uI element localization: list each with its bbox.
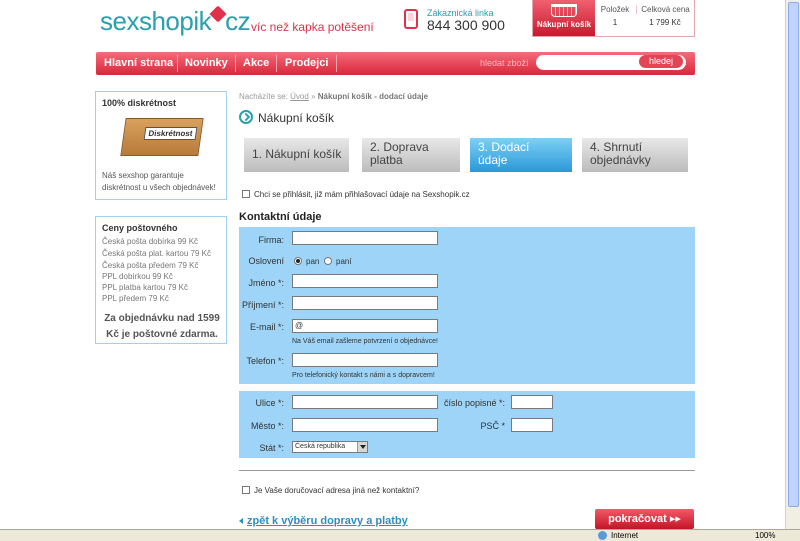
back-link-label: zpět k výběru dopravy a platby — [247, 515, 408, 527]
street-field[interactable] — [292, 395, 438, 409]
breadcrumb: Nacházíte se: Úvod » Nákupní košík - dod… — [239, 92, 428, 101]
logo-tld: cz — [225, 6, 251, 36]
postage-item: PPL platba kartou 79 Kč — [102, 283, 188, 292]
lastname-label: Příjmení *: — [241, 300, 284, 310]
free-shipping-note: Za objednávku nad 1599 Kč je poštovné zd… — [104, 313, 220, 340]
nav-separator — [177, 55, 178, 72]
country-label: Stát *: — [259, 443, 284, 453]
postage-item: PPL předem 79 Kč — [102, 294, 169, 303]
globe-icon — [598, 531, 607, 540]
postage-item: Česká pošta dobírka 99 Kč — [102, 237, 199, 246]
phone-icon — [404, 9, 418, 29]
step-label: 4. Shrnutí objednávky — [590, 140, 651, 167]
salutation-mrs-radio[interactable] — [324, 257, 332, 265]
house-number-field[interactable] — [511, 395, 553, 409]
arrow-left-icon — [239, 518, 243, 525]
phone-field[interactable] — [292, 353, 438, 367]
firstname-label: Jméno *: — [248, 278, 284, 288]
cart-button-label: Nákupní košík — [536, 20, 592, 29]
contact-section-title: Kontaktní údaje — [239, 211, 322, 223]
chevron-down-icon — [357, 442, 367, 452]
basket-icon — [551, 4, 577, 17]
email-label: E-mail *: — [249, 322, 284, 332]
salutation-mrs-label: paní — [336, 257, 352, 266]
phone-field-label: Telefon *: — [246, 356, 284, 366]
nav-item-sale[interactable]: Akce — [243, 57, 269, 69]
step-delivery-details[interactable]: 3. Dodací údaje — [470, 138, 572, 172]
country-select[interactable]: Česká republika — [292, 441, 368, 453]
nav-item-home[interactable]: Hlavní strana — [104, 57, 173, 69]
page-title: Nákupní košík — [258, 111, 335, 125]
search-button[interactable]: hledej — [639, 55, 683, 68]
divider — [239, 470, 695, 471]
phone-note: Pro telefonický kontakt s námi a s dopra… — [292, 372, 435, 379]
package-label: Diskrétnost — [143, 127, 198, 140]
nav-separator — [276, 55, 277, 72]
postage-item: PPL dobírkou 99 Kč — [102, 272, 173, 281]
postage-item: Česká pošta předem 79 Kč — [102, 261, 199, 270]
back-link[interactable]: zpět k výběru dopravy a platby — [239, 515, 408, 527]
nav-separator — [235, 55, 236, 72]
cart-summary: Nákupní košík Položek 1 Celková cena 1 7… — [532, 0, 695, 37]
lastname-field[interactable] — [292, 296, 438, 310]
main-nav: Hlavní strana Novinky Akce Prodejci hled… — [96, 52, 695, 75]
zip-label: PSČ * — [480, 421, 505, 431]
chevron-right-circle-icon — [239, 110, 253, 124]
company-field[interactable] — [292, 231, 438, 245]
continue-button[interactable]: pokračovat ▸▸ — [595, 509, 694, 529]
logo-text: sexshopik — [100, 6, 212, 36]
cart-items-label: Položek — [600, 5, 630, 14]
alt-address-checkbox-label: Je Vaše doručovací adresa jiná než konta… — [254, 486, 420, 495]
step-label: 1. Nákupní košík — [252, 147, 342, 161]
site-logo[interactable]: sexshopik cz — [100, 5, 251, 37]
street-label: Ulice *: — [255, 398, 284, 408]
step-label: 3. Dodací údaje — [478, 140, 530, 167]
salutation-mr-radio[interactable] — [294, 257, 302, 265]
cart-items-value: 1 — [612, 18, 618, 27]
status-bar: Internet 100% — [0, 529, 800, 541]
discretion-box: 100% diskrétnost Diskrétnost Náš sexshop… — [95, 91, 227, 200]
cart-button[interactable]: Nákupní košík — [533, 0, 595, 36]
login-checkbox-label: Chci se přihlásit, již mám přihlašovací … — [254, 190, 470, 199]
salutation-mr-label: pan — [306, 257, 320, 266]
breadcrumb-prefix: Nacházíte se: — [239, 92, 288, 101]
breadcrumb-home-link[interactable]: Úvod — [290, 92, 309, 101]
zip-field[interactable] — [511, 418, 553, 432]
security-zone: Internet — [611, 531, 639, 540]
country-select-value: Česká republika — [295, 443, 346, 450]
scrollbar-thumb[interactable] — [788, 2, 799, 507]
cart-total-value: 1 799 Kč — [649, 18, 681, 27]
city-field[interactable] — [292, 418, 438, 432]
package-image: Diskrétnost — [120, 118, 204, 156]
cart-total-label: Celková cena — [636, 5, 694, 14]
alt-address-checkbox[interactable] — [242, 486, 250, 494]
company-label: Firma: — [258, 235, 285, 245]
step-summary[interactable]: 4. Shrnutí objednávky — [582, 138, 688, 172]
breadcrumb-separator: » — [311, 92, 316, 101]
phone-number: 844 300 900 — [427, 17, 505, 33]
salutation-label: Oslovení — [248, 256, 284, 266]
email-note: Na Váš email zašleme potvrzení o objedná… — [292, 338, 438, 345]
postage-title: Ceny poštovného — [102, 223, 178, 233]
tagline: víc než kapka potěšení — [251, 20, 374, 34]
postage-item: Česká pošta plat. kartou 79 Kč — [102, 249, 211, 258]
step-shipping[interactable]: 2. Doprava platba — [362, 138, 460, 172]
step-label: 2. Doprava platba — [370, 140, 429, 167]
firstname-field[interactable] — [292, 274, 438, 288]
zoom-level[interactable]: 100% — [755, 531, 775, 540]
postage-box: Ceny poštovného Česká pošta dobírka 99 K… — [95, 216, 227, 344]
city-label: Město *: — [250, 421, 284, 431]
search-label: hledat zboží — [480, 58, 529, 68]
email-field[interactable]: @ — [292, 319, 438, 333]
breadcrumb-current: Nákupní košík - dodací údaje — [317, 92, 429, 101]
nav-item-news[interactable]: Novinky — [185, 57, 228, 69]
nav-separator — [336, 55, 337, 72]
login-checkbox[interactable] — [242, 190, 250, 198]
discretion-text: Náš sexshop garantuje diskrétnost u všec… — [102, 171, 216, 192]
discretion-title: 100% diskrétnost — [102, 98, 177, 108]
vertical-scrollbar[interactable] — [785, 0, 800, 529]
house-number-label: číslo popisné *: — [443, 398, 505, 408]
nav-item-stores[interactable]: Prodejci — [285, 57, 328, 69]
step-cart[interactable]: 1. Nákupní košík — [244, 138, 349, 172]
